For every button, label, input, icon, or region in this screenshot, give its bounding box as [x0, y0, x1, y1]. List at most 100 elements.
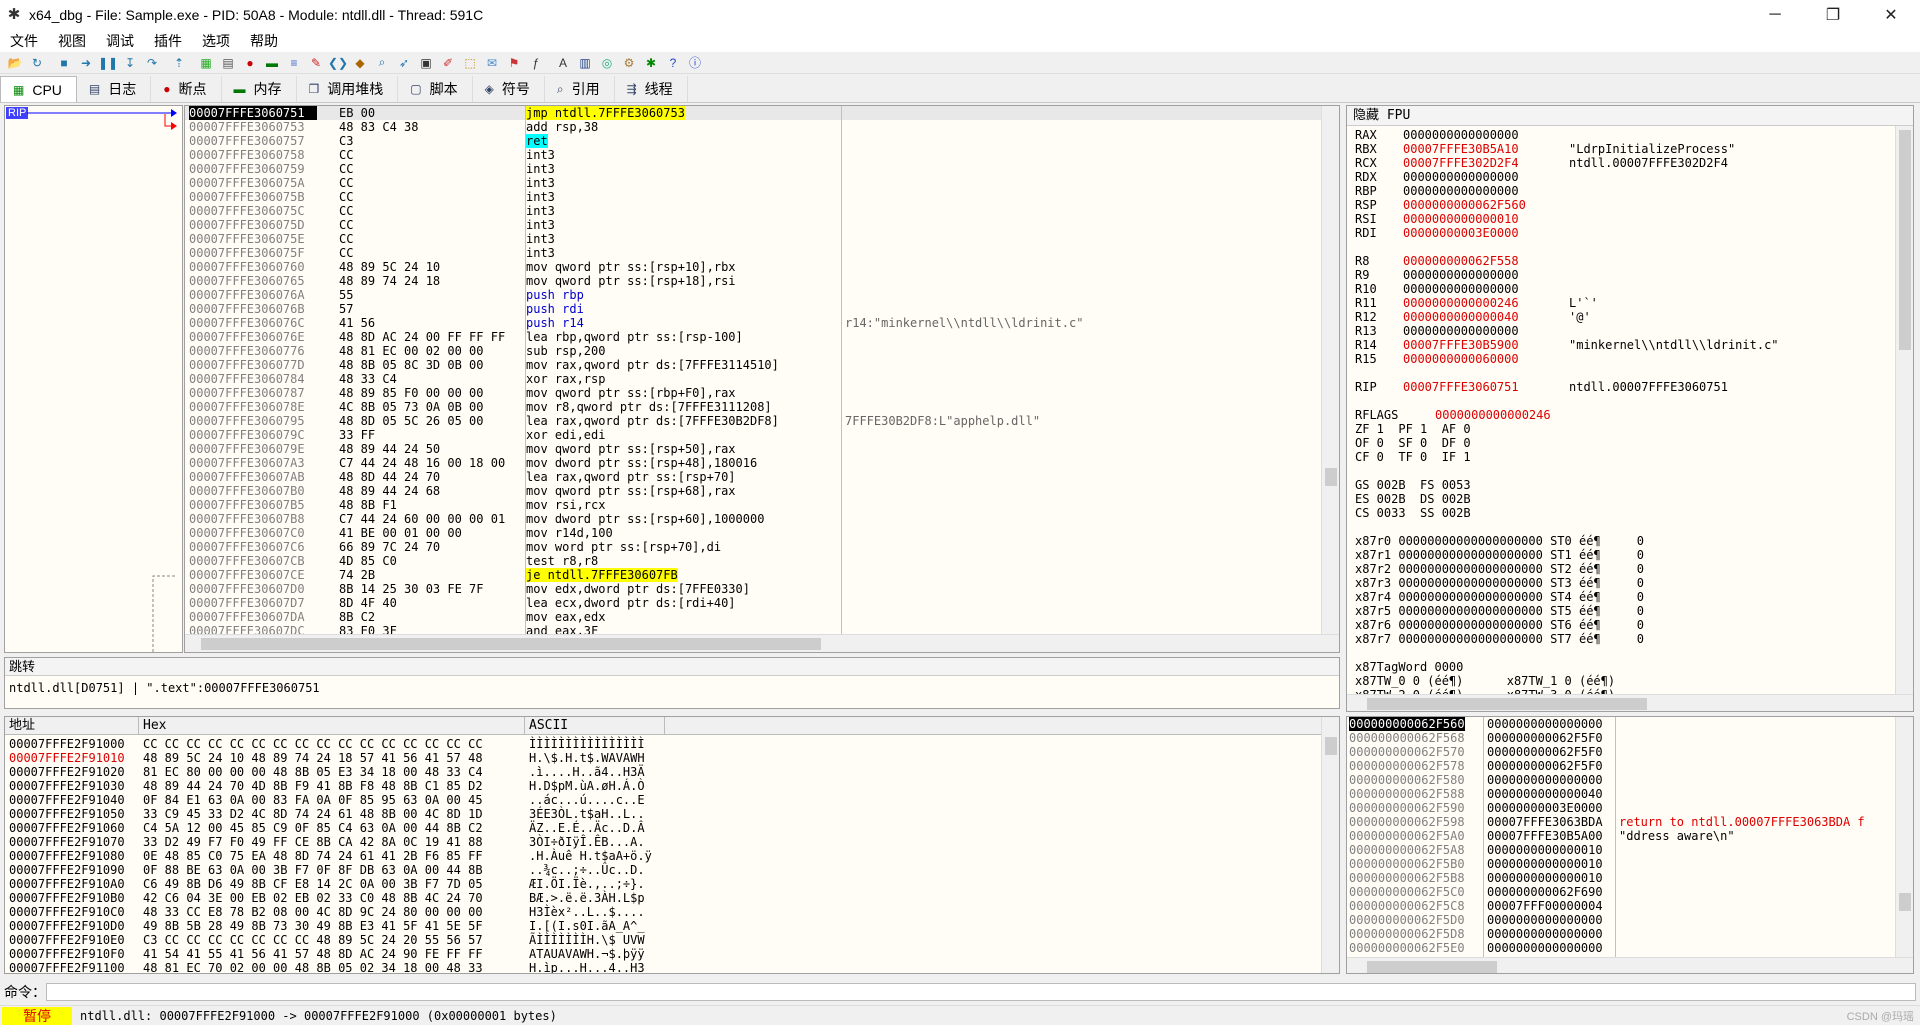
tab-reference[interactable]: ⌕ 引用	[545, 76, 615, 102]
disassembly-view[interactable]: 00007FFFE3060751 EB 00 jmp ntdll.7FFFE3060…	[184, 105, 1340, 653]
register-value[interactable]: 0000000000000000	[1403, 170, 1519, 184]
stack-row[interactable]: 000000000062F570 000000000062F5F0	[1347, 745, 1913, 759]
menu-plugins[interactable]: 插件	[144, 31, 192, 51]
register-row[interactable]: RFLAGS 0000000000000246	[1347, 408, 1913, 422]
script-icon[interactable]: ❮❯	[328, 55, 348, 71]
function-icon[interactable]: ƒ	[528, 55, 544, 71]
stack-row[interactable]: 000000000062F5D8 0000000000000000	[1347, 927, 1913, 941]
disasm-row[interactable]: 00007FFFE3060759 CC int3	[185, 162, 1339, 176]
dump-col-ascii[interactable]: ASCII	[525, 717, 665, 735]
disasm-row[interactable]: 00007FFFE3060760 48 89 5C 24 10 mov qword …	[185, 260, 1339, 274]
disasm-row[interactable]: 00007FFFE30607CB 4D 85 C0 test r8,r8	[185, 554, 1339, 568]
register-row[interactable]: R9 0000000000000000	[1347, 268, 1913, 282]
tab-thread[interactable]: ⇶ 线程	[615, 76, 688, 102]
register-value[interactable]: 00007FFFE302D2F4	[1403, 156, 1519, 170]
stack-row[interactable]: 000000000062F5D0 0000000000000000	[1347, 913, 1913, 927]
command-input[interactable]	[46, 983, 1916, 1001]
notes-icon[interactable]: ◎	[599, 55, 615, 71]
disasm-row[interactable]: 00007FFFE306075B CC int3	[185, 190, 1339, 204]
disasm-row[interactable]: 00007FFFE306079E 48 89 44 24 50 mov qword …	[185, 442, 1339, 456]
stack-vscroll[interactable]	[1895, 717, 1913, 957]
label-icon[interactable]: ⬚	[462, 55, 478, 71]
register-value[interactable]: 0000000000000246	[1435, 408, 1551, 422]
x87-row[interactable]: x87r0 00000000000000000000 ST0 éé¶ 0	[1347, 534, 1913, 548]
dump-row[interactable]: 00007FFFE2F91010 48 89 5C 24 10 48 89 74 …	[5, 751, 1339, 765]
disasm-row[interactable]: 00007FFFE3060757 C3 ret	[185, 134, 1339, 148]
disasm-row[interactable]: 00007FFFE30607AB 48 8D 44 24 70 lea rax,qw…	[185, 470, 1339, 484]
help-icon[interactable]: ?	[665, 55, 681, 71]
fpu-toggle[interactable]: 隐藏 FPU	[1347, 106, 1913, 126]
register-value[interactable]: 0000000000000000	[1403, 128, 1519, 142]
register-row[interactable]: R15 0000000000060000	[1347, 352, 1913, 366]
x87-row[interactable]: x87r5 00000000000000000000 ST5 éé¶ 0	[1347, 604, 1913, 618]
stack-row[interactable]: 000000000062F560 0000000000000000	[1347, 717, 1913, 731]
disasm-row[interactable]: 00007FFFE3060795 48 8D 05 5C 26 05 00 lea …	[185, 414, 1339, 428]
dump-row[interactable]: 00007FFFE2F91040 0F 84 E1 63 0A 00 83 FA …	[5, 793, 1339, 807]
patch-icon[interactable]: ✎	[308, 55, 324, 71]
disasm-row[interactable]: 00007FFFE30607A3 C7 44 24 48 16 00 18 00 m…	[185, 456, 1339, 470]
find-icon[interactable]: ⌕	[374, 55, 390, 71]
disasm-row[interactable]: 00007FFFE306075A CC int3	[185, 176, 1339, 190]
x87-row[interactable]: x87r4 00000000000000000000 ST4 éé¶ 0	[1347, 590, 1913, 604]
dump-row[interactable]: 00007FFFE2F91070 33 D2 49 F7 F0 49 FF CE …	[5, 835, 1339, 849]
dump-row[interactable]: 00007FFFE2F91090 0F 88 BE 63 0A 00 3B F7 …	[5, 863, 1339, 877]
tab-breakpoint[interactable]: ● 断点	[151, 76, 222, 102]
x87-row[interactable]: x87r6 00000000000000000000 ST6 éé¶ 0	[1347, 618, 1913, 632]
dump-row[interactable]: 00007FFFE2F91020 81 EC 80 00 00 00 48 8B …	[5, 765, 1339, 779]
register-row[interactable]: RBP 0000000000000000	[1347, 184, 1913, 198]
disasm-row[interactable]: 00007FFFE3060776 48 81 EC 00 02 00 00 sub …	[185, 344, 1339, 358]
cpu-icon[interactable]: ▦	[198, 55, 214, 71]
dump-row[interactable]: 00007FFFE2F910E0 C3 CC CC CC CC CC CC CC …	[5, 933, 1339, 947]
register-value[interactable]: 00007FFFE30B5900	[1403, 338, 1519, 352]
disasm-row[interactable]: 00007FFFE306077D 48 8B 05 8C 3D 0B 00 mov …	[185, 358, 1339, 372]
stop-icon[interactable]: ■	[56, 55, 72, 71]
dump-row[interactable]: 00007FFFE2F910C0 48 33 CC E8 78 B2 08 00 …	[5, 905, 1339, 919]
register-row[interactable]: RBX 00007FFFE30B5A10 "LdrpInitializeProces…	[1347, 142, 1913, 156]
stack-hscroll[interactable]	[1347, 957, 1913, 973]
disasm-row[interactable]: 00007FFFE30607B5 48 8B F1 mov rsi,rcx	[185, 498, 1339, 512]
menu-view[interactable]: 视图	[48, 31, 96, 51]
register-value[interactable]: 0000000000000246	[1403, 296, 1519, 310]
tab-script[interactable]: ▢ 脚本	[398, 76, 473, 102]
tab-callstack[interactable]: ❐ 调用堆栈	[297, 76, 399, 102]
callstack-icon[interactable]: ≡	[286, 55, 302, 71]
x87-row[interactable]: x87r1 00000000000000000000 ST1 éé¶ 0	[1347, 548, 1913, 562]
disasm-row[interactable]: 00007FFFE30607CE 74 2B je ntdll.7FFFE30607…	[185, 568, 1339, 582]
stack-row[interactable]: 000000000062F568 000000000062F5F0	[1347, 731, 1913, 745]
plugin-icon[interactable]: ✱	[643, 55, 659, 71]
step-into-icon[interactable]: ↧	[122, 55, 138, 71]
register-row[interactable]: RSI 0000000000000010	[1347, 212, 1913, 226]
register-row[interactable]: RAX 0000000000000000	[1347, 128, 1913, 142]
register-value[interactable]: 0000000000000000	[1403, 184, 1519, 198]
dump-row[interactable]: 00007FFFE2F910F0 41 54 41 55 41 56 41 57 …	[5, 947, 1339, 961]
x87-row[interactable]: x87r7 00000000000000000000 ST7 éé¶ 0	[1347, 632, 1913, 646]
trace-icon[interactable]: ➶	[396, 55, 412, 71]
disasm-row[interactable]: 00007FFFE306076C 41 56 push r14 r14:"minker…	[185, 316, 1339, 330]
disasm-row[interactable]: 00007FFFE306076A 55 push rbp	[185, 288, 1339, 302]
disasm-row[interactable]: 00007FFFE30607D0 8B 14 25 30 03 FE 7F mov …	[185, 582, 1339, 596]
disasm-row[interactable]: 00007FFFE306075F CC int3	[185, 246, 1339, 260]
dump-row[interactable]: 00007FFFE2F91000 CC CC CC CC CC CC CC CC …	[5, 737, 1339, 751]
segment-row[interactable]: CS 0033 SS 002B	[1347, 506, 1913, 520]
register-row[interactable]: R14 00007FFFE30B5900 "minkernel\\ntdll\\ld…	[1347, 338, 1913, 352]
segment-row[interactable]: ES 002B DS 002B	[1347, 492, 1913, 506]
disasm-row[interactable]: 00007FFFE3060751 EB 00 jmp ntdll.7FFFE3060…	[185, 106, 1339, 120]
stack-row[interactable]: 000000000062F5C0 000000000062F690	[1347, 885, 1913, 899]
register-row[interactable]: R13 0000000000000000	[1347, 324, 1913, 338]
close-button[interactable]: ✕	[1862, 0, 1920, 30]
register-value[interactable]: 0000000000000000	[1403, 324, 1519, 338]
comment-icon[interactable]: ✉	[484, 55, 500, 71]
disasm-row[interactable]: 00007FFFE3060758 CC int3	[185, 148, 1339, 162]
dump-panel[interactable]: 地址 Hex ASCII 00007FFFE2F91000 CC CC CC CC…	[4, 716, 1340, 974]
dump-vscroll[interactable]	[1321, 717, 1339, 973]
disasm-row[interactable]: 00007FFFE306078E 4C 8B 05 73 0A 0B 00 mov …	[185, 400, 1339, 414]
dump-row[interactable]: 00007FFFE2F91080 0E 48 85 C0 75 EA 48 8D …	[5, 849, 1339, 863]
tab-symbol[interactable]: ◈ 符号	[473, 76, 545, 102]
register-row[interactable]: R10 0000000000000000	[1347, 282, 1913, 296]
register-value[interactable]: 0000000000060000	[1403, 352, 1519, 366]
disasm-row[interactable]: 00007FFFE3060787 48 89 85 F0 00 00 00 mov …	[185, 386, 1339, 400]
dump-row[interactable]: 00007FFFE2F91060 C4 5A 12 00 45 85 C9 0F …	[5, 821, 1339, 835]
font-icon[interactable]: A	[555, 55, 571, 71]
log-icon[interactable]: ▤	[220, 55, 236, 71]
dump-row[interactable]: 00007FFFE2F910D0 49 8B 5B 28 49 8B 73 30 …	[5, 919, 1339, 933]
